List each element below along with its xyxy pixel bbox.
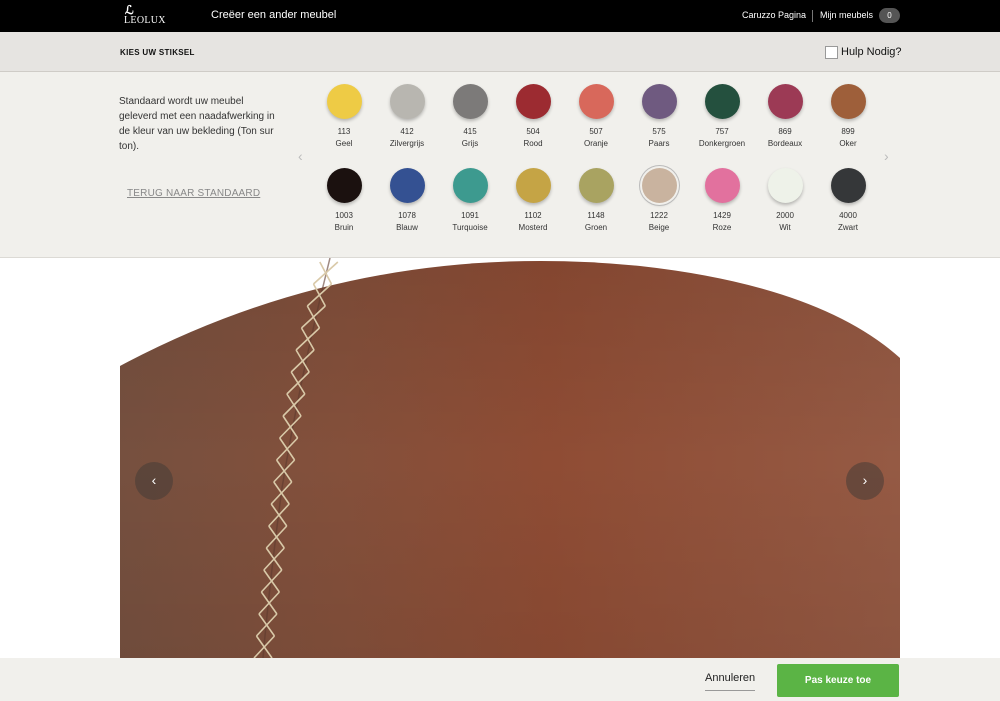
swatch-color xyxy=(641,84,677,119)
topbar-divider xyxy=(812,10,813,22)
stitch-panel: Standaard wordt uw meubel geleverd met e… xyxy=(0,72,1000,258)
swatch-color xyxy=(515,84,551,119)
swatch-name: Donkergroen xyxy=(698,139,746,148)
stitch-swatch-4000[interactable]: 4000 Zwart xyxy=(823,168,873,248)
help-checkbox[interactable] xyxy=(825,45,838,59)
stitch-swatch-507[interactable]: 507 Oranje xyxy=(571,84,621,164)
swatch-code: 412 xyxy=(400,127,414,136)
swatch-name: Grijs xyxy=(461,139,479,148)
action-footer: Annuleren Pas keuze toe xyxy=(0,658,1000,701)
user-page-link[interactable]: Caruzzo Pagina xyxy=(742,10,806,20)
swatch-color xyxy=(704,168,740,203)
stitch-swatch-1102[interactable]: 1102 Mosterd xyxy=(508,168,558,248)
swatch-name: Rood xyxy=(523,139,543,148)
swatch-color xyxy=(767,168,803,203)
swatch-name: Paars xyxy=(648,139,670,148)
swatch-code: 2000 xyxy=(776,211,794,220)
swatch-name: Wit xyxy=(779,223,791,232)
swatch-code: 757 xyxy=(715,127,729,136)
swatch-code: 1222 xyxy=(650,211,668,220)
swatch-code: 504 xyxy=(526,127,540,136)
top-bar: ℒ LEOLUX Creëer een ander meubel Caruzzo… xyxy=(0,0,1000,32)
swatch-code: 1003 xyxy=(335,211,353,220)
swatch-name: Zilvergrijs xyxy=(389,139,425,148)
swatch-name: Oker xyxy=(839,139,857,148)
my-furniture-link[interactable]: Mijn meubels xyxy=(820,10,873,20)
swatch-code: 4000 xyxy=(839,211,857,220)
stitch-swatch-899[interactable]: 899 Oker xyxy=(823,84,873,164)
swatch-name: Oranje xyxy=(583,139,608,148)
swatch-name: Roze xyxy=(712,223,732,232)
stitch-swatch-869[interactable]: 869 Bordeaux xyxy=(760,84,810,164)
create-other-furniture-link[interactable]: Creëer een ander meubel xyxy=(211,9,336,21)
swatch-color xyxy=(389,168,425,203)
stitch-swatch-2000[interactable]: 2000 Wit xyxy=(760,168,810,248)
swatch-code: 1091 xyxy=(461,211,479,220)
stitch-thread xyxy=(312,261,339,285)
stitch-swatch-1091[interactable]: 1091 Turquoise xyxy=(445,168,495,248)
page-title: KIES UW STIKSEL xyxy=(120,48,195,57)
swatch-name: Turquoise xyxy=(452,223,488,232)
stitch-swatch-1003[interactable]: 1003 Bruin xyxy=(319,168,369,248)
stitch-swatch-415[interactable]: 415 Grijs xyxy=(445,84,495,164)
swatch-code: 113 xyxy=(337,127,351,136)
stitch-swatch-1078[interactable]: 1078 Blauw xyxy=(382,168,432,248)
swatch-name: Beige xyxy=(648,223,670,232)
help-toggle[interactable]: Hulp Nodig? xyxy=(825,45,902,59)
swatch-name: Blauw xyxy=(396,223,418,232)
leolux-logo[interactable]: ℒ LEOLUX xyxy=(124,4,168,28)
leather-preview-image xyxy=(120,258,900,658)
preview-next-button[interactable]: › xyxy=(846,462,884,500)
apply-choice-button[interactable]: Pas keuze toe xyxy=(777,664,899,697)
section-header: KIES UW STIKSEL Hulp Nodig? xyxy=(0,32,1000,72)
chevron-left-icon[interactable]: ‹ xyxy=(298,148,303,164)
swatch-name: Mosterd xyxy=(518,223,548,232)
swatch-color xyxy=(641,168,677,203)
swatch-code: 869 xyxy=(778,127,792,136)
swatch-color xyxy=(578,168,614,203)
swatch-color xyxy=(326,168,362,203)
stitch-swatch-412[interactable]: 412 Zilvergrijs xyxy=(382,84,432,164)
cancel-button[interactable]: Annuleren xyxy=(705,672,756,691)
product-preview: ‹ › xyxy=(0,258,1000,658)
swatch-color xyxy=(389,84,425,119)
swatch-code: 1148 xyxy=(587,211,605,220)
swatch-color xyxy=(452,168,488,203)
stitch-swatch-757[interactable]: 757 Donkergroen xyxy=(697,84,747,164)
swatch-code: 575 xyxy=(652,127,666,136)
swatch-color xyxy=(452,84,488,119)
stitch-description: Standaard wordt uw meubel geleverd met e… xyxy=(119,96,275,152)
stitch-swatch-113[interactable]: 113 Geel xyxy=(319,84,369,164)
swatch-code: 415 xyxy=(463,127,477,136)
stitch-swatch-504[interactable]: 504 Rood xyxy=(508,84,558,164)
my-furniture-count-badge[interactable]: 0 xyxy=(879,8,900,23)
swatch-name: Zwart xyxy=(838,223,858,232)
stitch-swatch-575[interactable]: 575 Paars xyxy=(634,84,684,164)
stitch-swatch-1222[interactable]: 1222 Beige xyxy=(634,168,684,248)
swatch-color xyxy=(326,84,362,119)
swatch-name: Bordeaux xyxy=(767,139,803,148)
chevron-right-icon[interactable]: › xyxy=(884,148,889,164)
logo-text: LEOLUX xyxy=(124,15,166,26)
swatch-color xyxy=(830,168,866,203)
swatch-color xyxy=(704,84,740,119)
swatch-code: 1102 xyxy=(524,211,542,220)
stitch-swatch-1429[interactable]: 1429 Roze xyxy=(697,168,747,248)
swatch-name: Bruin xyxy=(334,223,354,232)
swatch-name: Groen xyxy=(584,223,608,232)
swatch-name: Geel xyxy=(335,139,353,148)
swatch-color xyxy=(515,168,551,203)
help-label: Hulp Nodig? xyxy=(841,46,902,58)
swatch-color xyxy=(830,84,866,119)
swatch-code: 899 xyxy=(841,127,855,136)
swatch-color xyxy=(767,84,803,119)
stitch-swatch-1148[interactable]: 1148 Groen xyxy=(571,168,621,248)
swatch-code: 507 xyxy=(589,127,603,136)
swatch-code: 1078 xyxy=(398,211,416,220)
swatch-code: 1429 xyxy=(713,211,731,220)
reset-to-default-link[interactable]: TERUG NAAR STANDAARD xyxy=(127,188,260,199)
swatch-color xyxy=(578,84,614,119)
preview-prev-button[interactable]: ‹ xyxy=(135,462,173,500)
